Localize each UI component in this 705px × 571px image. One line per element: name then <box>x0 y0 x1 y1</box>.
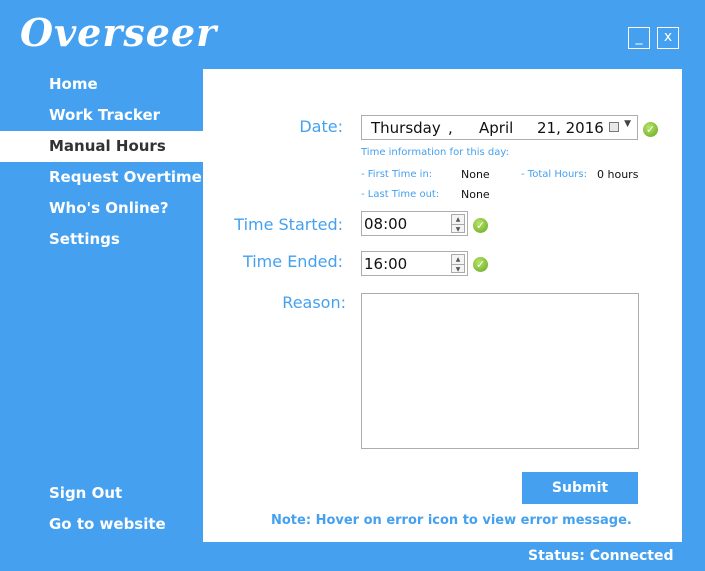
submit-button[interactable]: Submit <box>522 472 638 504</box>
date-day-year: 21, 2016 <box>537 119 604 137</box>
reason-textarea[interactable] <box>361 293 639 449</box>
spinner-up-icon[interactable]: ▲ <box>452 255 464 264</box>
spinner-down-icon[interactable]: ▼ <box>452 224 464 234</box>
date-picker[interactable]: Thursday , April 21, 2016 ▼ <box>361 115 638 140</box>
check-circle-icon[interactable]: ✓ <box>643 122 658 137</box>
time-info-title: Time information for this day: <box>361 147 509 158</box>
time-ended-spinner[interactable]: ▲ ▼ <box>451 254 465 273</box>
date-weekday: Thursday <box>371 119 441 137</box>
check-circle-icon[interactable]: ✓ <box>473 257 488 272</box>
spinner-down-icon[interactable]: ▼ <box>452 264 464 274</box>
calendar-icon[interactable] <box>609 122 619 132</box>
minimize-button[interactable]: _ <box>628 27 650 49</box>
spinner-up-icon[interactable]: ▲ <box>452 215 464 224</box>
time-started-label: Time Started: <box>234 215 343 234</box>
sidebar-item-work-tracker[interactable]: Work Tracker <box>0 100 203 131</box>
manual-hours-panel: Date: Thursday , April 21, 2016 ▼ ✓ Time… <box>203 69 682 542</box>
app-logo: Overseer <box>20 10 218 55</box>
time-ended-value: 16:00 <box>364 255 408 273</box>
date-label: Date: <box>299 117 343 136</box>
time-ended-label: Time Ended: <box>242 252 343 271</box>
sidebar-item-request-overtime[interactable]: Request Overtime <box>0 162 203 193</box>
sidebar-item-manual-hours[interactable]: Manual Hours <box>0 131 203 162</box>
time-started-input[interactable]: 08:00 ▲ ▼ <box>361 211 468 236</box>
error-hint-note: Note: Hover on error icon to view error … <box>271 513 632 528</box>
last-time-out-label: - Last Time out: <box>361 189 440 200</box>
sidebar-item-settings[interactable]: Settings <box>0 224 203 255</box>
last-time-out-value: None <box>461 188 490 201</box>
status-text: Status: Connected <box>528 548 674 564</box>
time-started-value: 08:00 <box>364 215 408 233</box>
sidebar-item-home[interactable]: Home <box>0 69 203 100</box>
date-month: April <box>479 119 514 137</box>
date-separator: , <box>448 119 453 137</box>
time-ended-input[interactable]: 16:00 ▲ ▼ <box>361 251 468 276</box>
total-hours-label: - Total Hours: <box>521 169 587 180</box>
sidebar-footer: Sign Out Go to website <box>49 484 166 546</box>
sidebar-item-whos-online[interactable]: Who's Online? <box>0 193 203 224</box>
time-started-spinner[interactable]: ▲ ▼ <box>451 214 465 233</box>
check-circle-icon[interactable]: ✓ <box>473 218 488 233</box>
total-hours-value: 0 hours <box>597 168 639 181</box>
go-to-website-link[interactable]: Go to website <box>49 515 166 546</box>
close-button[interactable]: x <box>657 27 679 49</box>
chevron-down-icon[interactable]: ▼ <box>624 119 631 129</box>
reason-label: Reason: <box>282 293 346 312</box>
first-time-in-label: - First Time in: <box>361 169 433 180</box>
first-time-in-value: None <box>461 168 490 181</box>
sign-out-link[interactable]: Sign Out <box>49 484 166 515</box>
sidebar-nav: Home Work Tracker Manual Hours Request O… <box>0 69 203 255</box>
